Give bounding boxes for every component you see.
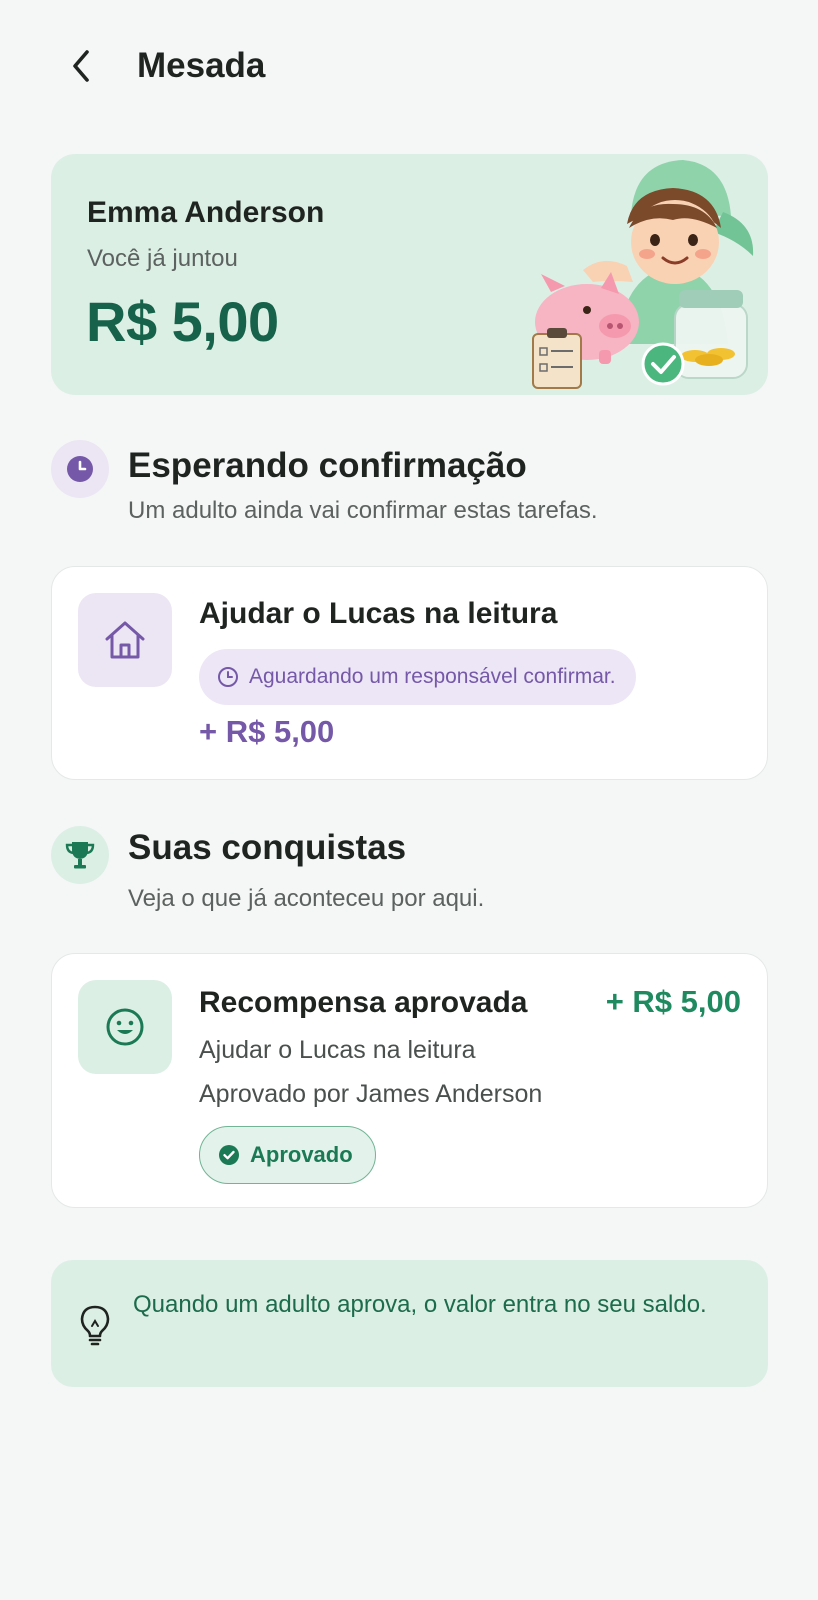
chevron-left-icon [73, 50, 89, 82]
info-tip-text: Quando um adulto aprova, o valor entra n… [133, 1291, 707, 1318]
achievements-section-title: Suas conquistas [128, 828, 407, 867]
info-tip-banner: Quando um adulto aprova, o valor entra n… [51, 1260, 768, 1387]
achievements-section-description: Veja o que já aconteceu por aqui. [128, 885, 485, 912]
achievements-section-header: Suas conquistas Veja o que já aconteceu … [51, 826, 768, 916]
back-button[interactable] [60, 44, 104, 88]
smiley-icon [106, 1008, 144, 1046]
approved-status-label: Aprovado [250, 1142, 353, 1167]
achievements-section-icon [51, 826, 109, 884]
achievement-title: Recompensa aprovada [199, 986, 528, 1019]
pending-section-header: Esperando confirmação Um adulto ainda va… [51, 440, 768, 530]
lightbulb-icon [80, 1305, 110, 1346]
pending-section-icon [51, 440, 109, 498]
child-name: Emma Anderson [87, 196, 325, 229]
pending-section-title: Esperando confirmação [128, 446, 527, 485]
pending-section-description: Um adulto ainda vai confirmar estas tare… [128, 497, 598, 524]
clock-icon [67, 456, 93, 482]
approved-status-badge: Aprovado [199, 1126, 376, 1184]
achievement-card[interactable]: Recompensa aprovada + R$ 5,00 Ajudar o L… [51, 953, 768, 1208]
app-header: Mesada [0, 0, 818, 130]
pending-status-pill: Aguardando um responsável confirmar. [199, 649, 636, 705]
achievement-task: Ajudar o Lucas na leitura [199, 1036, 476, 1064]
balance-card: Emma Anderson Você já juntou R$ 5,00 [51, 154, 768, 395]
achievement-amount: + R$ 5,00 [605, 984, 741, 1019]
house-icon [105, 621, 145, 659]
check-circle-icon [219, 1145, 239, 1165]
task-title: Ajudar o Lucas na leitura [199, 597, 558, 630]
balance-amount: R$ 5,00 [86, 290, 279, 353]
page-title: Mesada [137, 46, 266, 85]
task-icon-tile [78, 593, 172, 687]
trophy-icon [65, 842, 95, 869]
achievement-approver: Aprovado por James Anderson [199, 1080, 543, 1108]
kid-piggy-bank-illustration [532, 160, 754, 389]
pending-task-card[interactable]: Ajudar o Lucas na leitura Aguardando um … [51, 566, 768, 780]
pending-status-text: Aguardando um responsável confirmar. [249, 665, 616, 688]
achievement-icon-tile [78, 980, 172, 1074]
task-amount: + R$ 5,00 [199, 714, 335, 749]
clock-outline-icon [218, 667, 238, 687]
balance-subtitle: Você já juntou [87, 245, 238, 272]
